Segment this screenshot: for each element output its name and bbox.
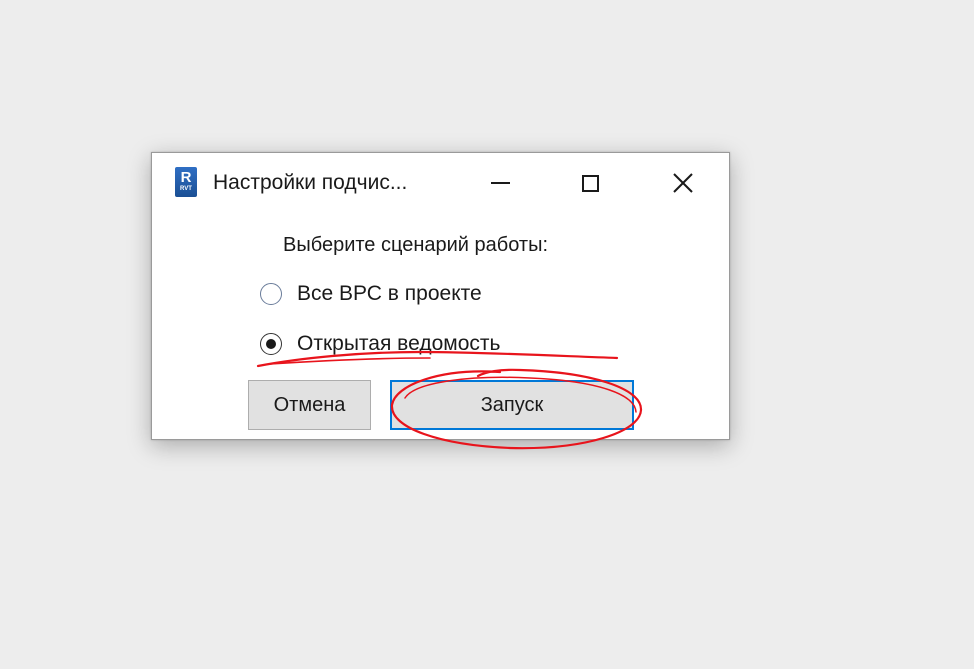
radio-checked-icon[interactable] [260, 333, 282, 355]
radio-option-open-schedule[interactable]: Открытая ведомость [260, 332, 500, 356]
radio-unchecked-icon[interactable] [260, 283, 282, 305]
close-button[interactable] [652, 153, 714, 213]
app-icon-letter: R [180, 169, 192, 186]
close-icon [673, 173, 693, 193]
minimize-button[interactable] [469, 153, 531, 213]
maximize-icon [581, 174, 599, 192]
dialog-content: Выберите сценарий работы: Все ВРС в прое… [152, 213, 729, 441]
dialog-window: R RVT Настройки подчис... Выберите сцена… [151, 152, 730, 440]
scenario-prompt: Выберите сценарий работы: [283, 234, 548, 256]
radio-option-all-vrs[interactable]: Все ВРС в проекте [260, 282, 482, 306]
desktop-background: R RVT Настройки подчис... Выберите сцена… [0, 0, 974, 669]
radio-option-label: Все ВРС в проекте [297, 282, 482, 305]
window-title: Настройки подчис... [213, 171, 408, 194]
title-bar[interactable]: R RVT Настройки подчис... [152, 153, 729, 213]
radio-dot [266, 339, 276, 349]
cancel-button[interactable]: Отмена [248, 380, 371, 430]
run-button[interactable]: Запуск [390, 380, 634, 430]
app-icon-sub: RVT [180, 186, 192, 192]
radio-option-label: Открытая ведомость [297, 332, 501, 355]
minimize-icon [490, 182, 510, 184]
revit-app-icon: R RVT [175, 167, 197, 197]
maximize-button[interactable] [559, 153, 621, 213]
